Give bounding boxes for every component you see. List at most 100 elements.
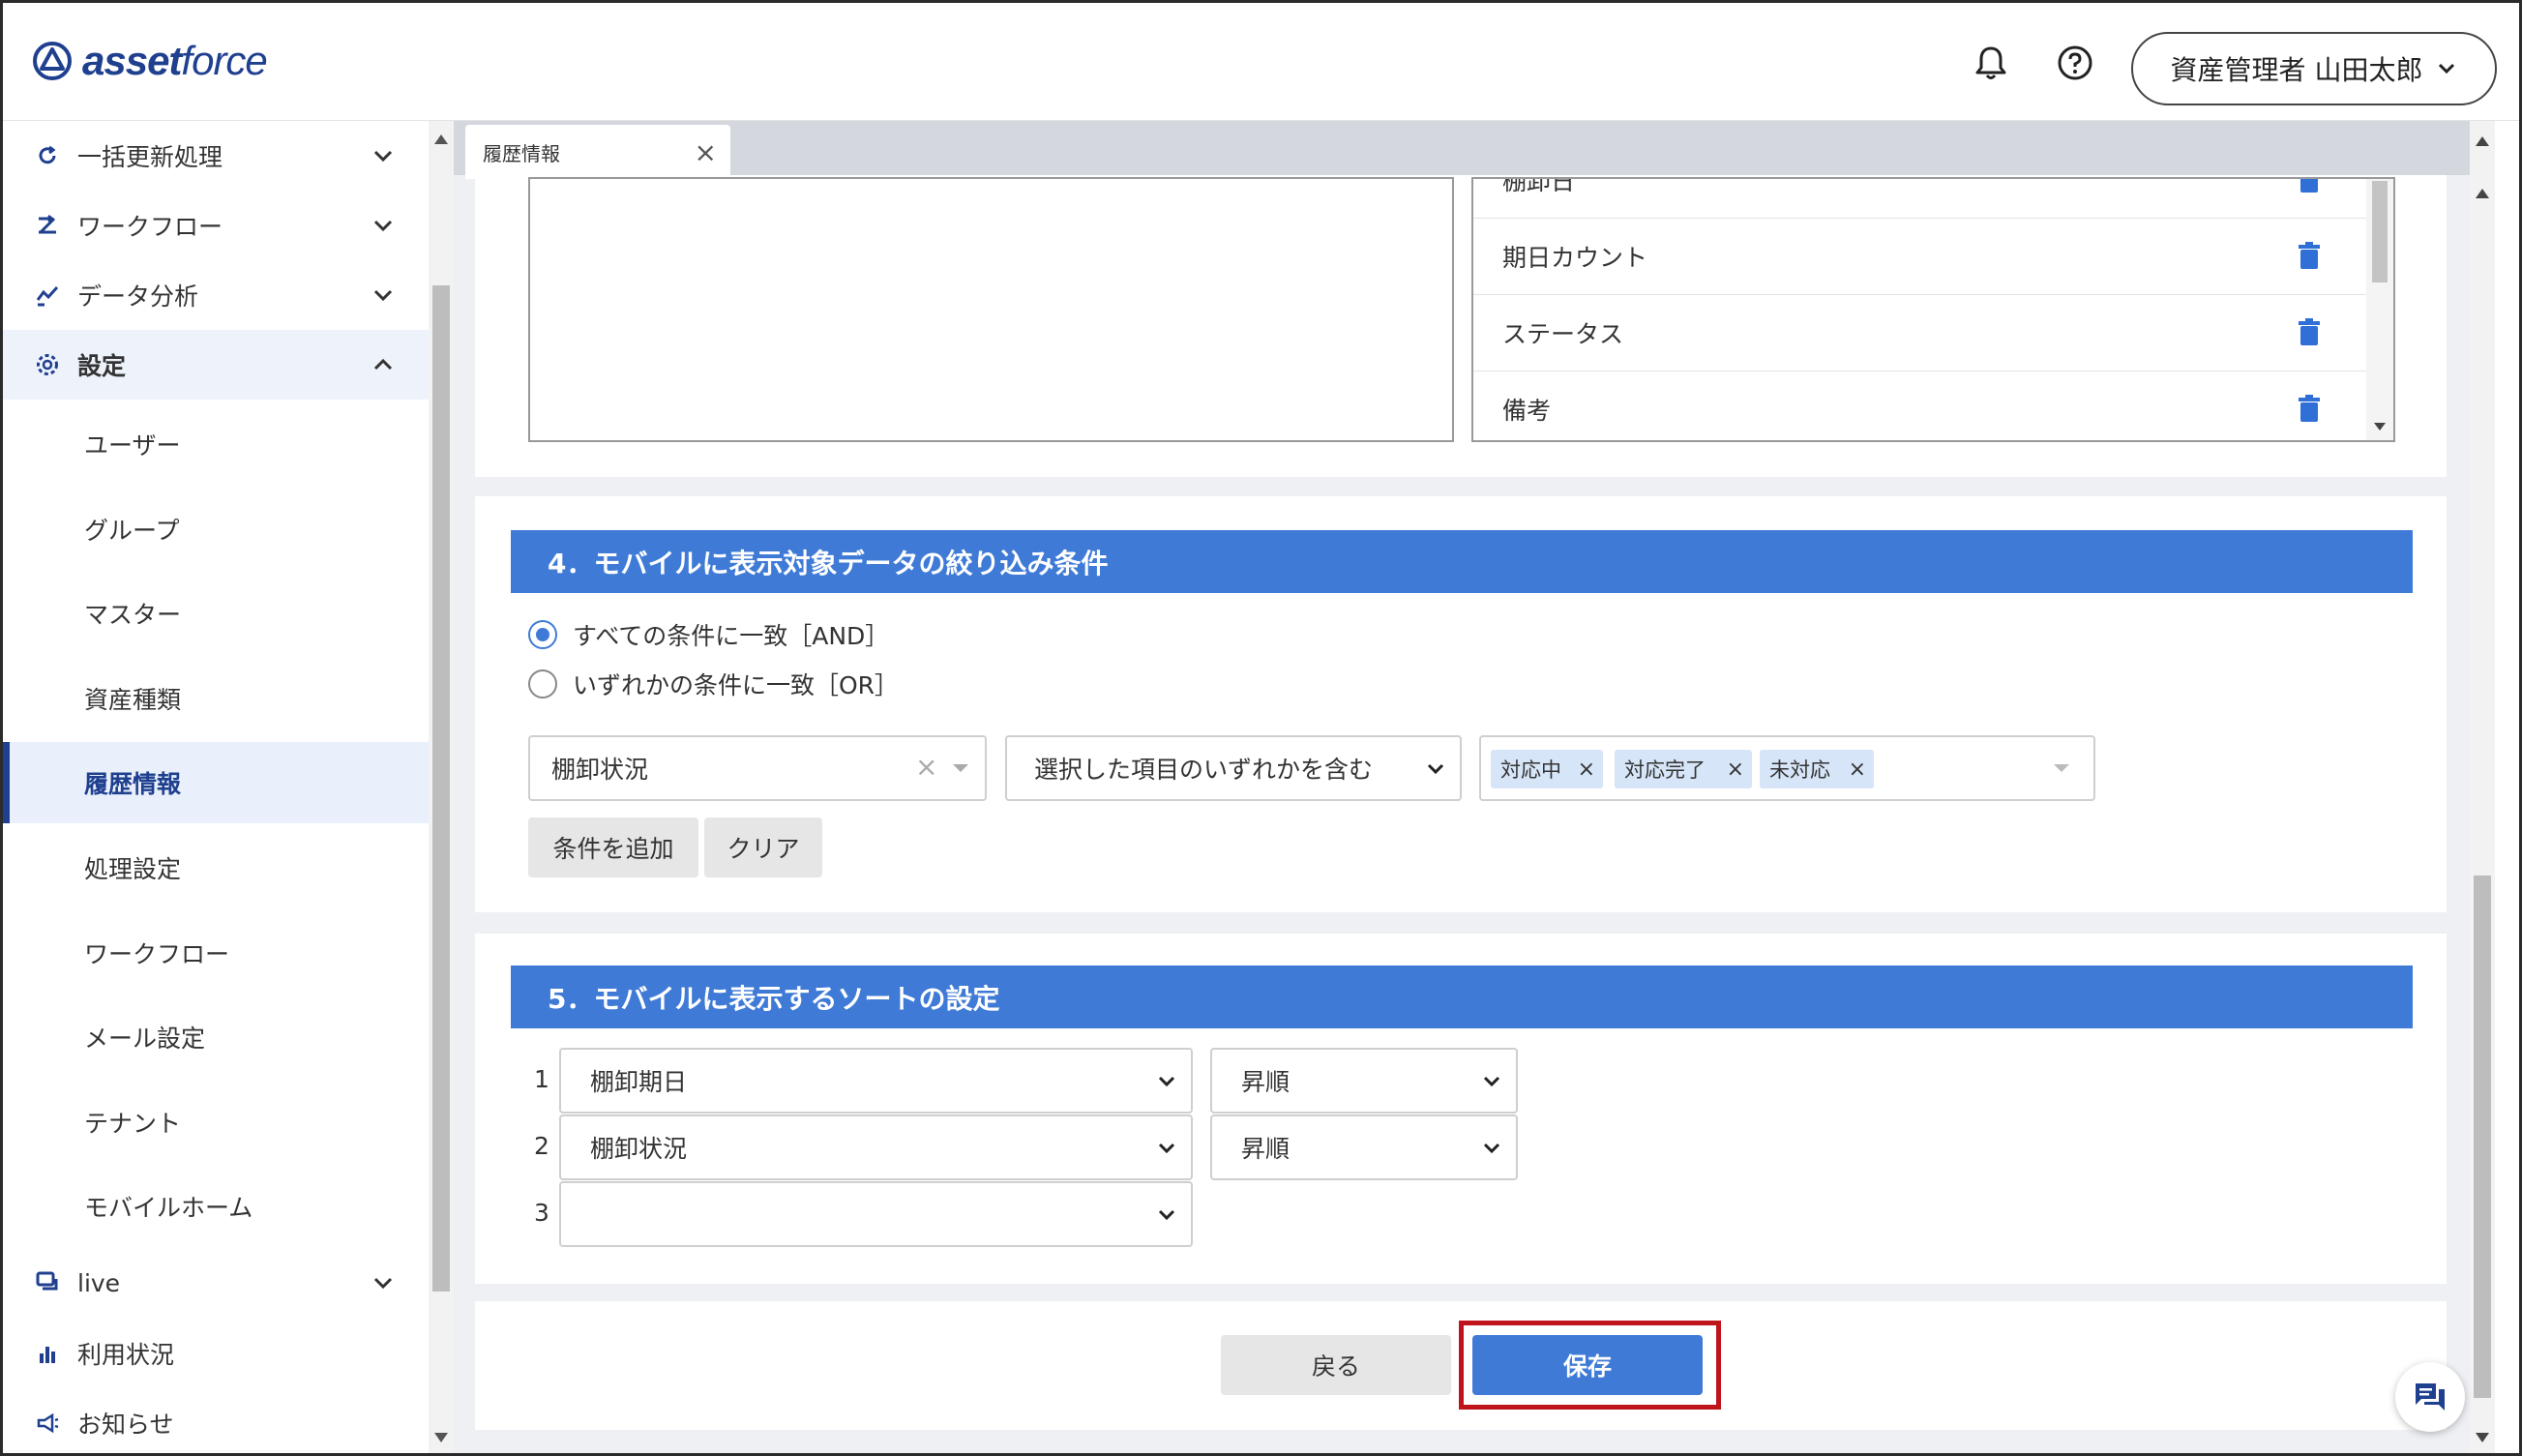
filter-values-multiselect[interactable]: 対応中 × 対応完了 × 未対応 × <box>1479 735 2095 801</box>
sort-field-value: 棚卸状況 <box>590 1135 688 1163</box>
sidebar-item-label: テナント <box>84 1110 182 1138</box>
close-icon[interactable]: × <box>695 136 717 168</box>
chevron-up-icon <box>373 358 393 371</box>
top-header: assetforce 資産管理者 山田太郎 <box>3 3 2519 121</box>
scroll-up-arrow-icon[interactable] <box>434 134 448 144</box>
trash-icon[interactable] <box>2298 242 2321 271</box>
value-tag[interactable]: 未対応 × <box>1760 750 1874 788</box>
sort-field-value: 棚卸期日 <box>590 1068 688 1096</box>
sidebar-item-history-info[interactable]: 履歴情報 <box>3 742 429 823</box>
sidebar-item-users[interactable]: ユーザー <box>3 403 429 485</box>
sidebar-item-process-settings[interactable]: 処理設定 <box>3 827 429 908</box>
remove-tag-icon[interactable]: × <box>1849 758 1866 782</box>
chat-icon <box>2416 1383 2445 1411</box>
sidebar-item-groups[interactable]: グループ <box>3 489 429 570</box>
logo[interactable]: assetforce <box>32 38 268 84</box>
sidebar-item-label: グループ <box>84 517 180 545</box>
clear-button[interactable]: クリア <box>704 817 822 877</box>
radio-circle-unchecked[interactable] <box>528 669 557 698</box>
sort-order-select-1[interactable]: 昇順 <box>1210 1048 1518 1114</box>
list-item[interactable]: ステータス <box>1473 295 2368 371</box>
remove-tag-icon[interactable]: × <box>1578 758 1595 782</box>
user-menu-button[interactable]: 資産管理者 山田太郎 <box>2131 32 2497 105</box>
back-button[interactable]: 戻る <box>1221 1335 1451 1395</box>
scrollbar-thumb[interactable] <box>432 285 450 1292</box>
logo-text: assetforce <box>82 38 268 83</box>
sidebar-group-label: 一括更新処理 <box>77 143 223 171</box>
chevron-down-icon <box>373 289 393 302</box>
available-fields-list[interactable] <box>528 177 1454 442</box>
sidebar-group-label: データ分析 <box>77 282 199 311</box>
selected-fields-list[interactable]: 棚卸日 期日カウント ステータス 備考 <box>1471 177 2395 442</box>
value-tag[interactable]: 対応中 × <box>1491 750 1603 788</box>
clear-x-icon[interactable]: × <box>915 751 937 783</box>
help-icon[interactable] <box>2054 42 2096 84</box>
value-tag[interactable]: 対応完了 × <box>1615 750 1752 788</box>
list-item[interactable]: 備考 <box>1473 371 2368 440</box>
sidebar-group-bulk-update[interactable]: 一括更新処理 <box>3 121 429 191</box>
tab-history-info[interactable]: 履歴情報 × <box>465 125 730 179</box>
chevron-down-icon <box>1158 1209 1175 1221</box>
sidebar-group-data-analysis[interactable]: データ分析 <box>3 260 429 330</box>
sidebar-item-label: 処理設定 <box>84 855 182 883</box>
sidebar: 一括更新処理 ワークフロー データ分析 設定 ユーザー グループ マスター 資産… <box>3 121 429 1453</box>
sidebar-item-master[interactable]: マスター <box>3 573 429 654</box>
sidebar-group-label: live <box>77 1268 121 1297</box>
main-scrollbar[interactable] <box>2470 121 2495 1453</box>
sort-field-select-3[interactable] <box>559 1181 1193 1247</box>
scrollbar-thumb[interactable] <box>2474 876 2491 1398</box>
list-item[interactable]: 棚卸日 <box>1473 177 2368 219</box>
radio-or[interactable]: いずれかの条件に一致［OR］ <box>528 667 899 701</box>
chevron-down-icon <box>1483 1143 1500 1154</box>
workflow-icon <box>32 210 63 241</box>
trash-icon[interactable] <box>2298 318 2321 347</box>
sidebar-item-asset-types[interactable]: 資産種類 <box>3 658 429 739</box>
chevron-down-icon <box>373 150 393 163</box>
filter-field-value: 棚卸状況 <box>551 756 649 784</box>
sidebar-item-mail-settings[interactable]: メール設定 <box>3 996 429 1078</box>
chevron-down-icon <box>373 220 393 232</box>
value-tag-label: 対応完了 <box>1624 758 1706 782</box>
sidebar-item-mobile-home[interactable]: モバイルホーム <box>3 1166 429 1247</box>
radio-and[interactable]: すべての条件に一致［AND］ <box>528 617 889 652</box>
sidebar-group-workflow[interactable]: ワークフロー <box>3 191 429 260</box>
sort-field-select-1[interactable]: 棚卸期日 <box>559 1048 1193 1114</box>
save-highlight-box <box>1459 1321 1721 1410</box>
sort-field-select-2[interactable]: 棚卸状況 <box>559 1114 1193 1180</box>
sidebar-item-workflow[interactable]: ワークフロー <box>3 912 429 994</box>
sidebar-item-label: お知らせ <box>77 1411 174 1439</box>
chevron-down-icon <box>373 1277 393 1290</box>
trash-icon[interactable] <box>2298 395 2321 424</box>
list-item[interactable]: 期日カウント <box>1473 219 2368 295</box>
caret-down-icon <box>953 764 968 772</box>
remove-tag-icon[interactable]: × <box>1727 758 1744 782</box>
chevron-down-icon <box>1483 1076 1500 1087</box>
sidebar-item-label: ワークフロー <box>84 940 230 968</box>
sidebar-group-live[interactable]: live <box>3 1248 429 1318</box>
sidebar-item-label: 資産種類 <box>84 686 182 714</box>
scroll-down-arrow-icon[interactable] <box>434 1433 448 1442</box>
sidebar-item-news[interactable]: お知らせ <box>3 1388 429 1453</box>
trash-icon[interactable] <box>2298 177 2321 194</box>
filter-operator-select[interactable]: 選択した項目のいずれかを含む <box>1005 735 1462 801</box>
radio-circle-checked[interactable] <box>528 620 557 649</box>
scrollbar-thumb[interactable] <box>2372 181 2388 282</box>
sidebar-scrollbar[interactable] <box>429 121 454 1453</box>
scroll-up-arrow-icon[interactable] <box>2476 136 2489 146</box>
sort-order-select-2[interactable]: 昇順 <box>1210 1114 1518 1180</box>
chat-button[interactable] <box>2395 1362 2465 1432</box>
sidebar-group-label: ワークフロー <box>77 213 223 241</box>
sidebar-item-usage[interactable]: 利用状況 <box>3 1319 429 1388</box>
refresh-icon <box>32 140 63 171</box>
list-scrollbar[interactable] <box>2366 179 2393 440</box>
analytics-icon <box>32 280 63 311</box>
add-condition-button[interactable]: 条件を追加 <box>528 817 698 877</box>
sidebar-group-settings[interactable]: 設定 <box>3 330 429 400</box>
scroll-down-arrow-icon[interactable] <box>2476 1433 2489 1442</box>
scroll-down-arrow-icon[interactable] <box>2374 423 2386 431</box>
sidebar-item-label: メール設定 <box>84 1025 206 1053</box>
filter-field-select[interactable]: 棚卸状況 × <box>528 735 987 801</box>
bell-icon[interactable] <box>1970 42 2012 84</box>
sidebar-item-tenant[interactable]: テナント <box>3 1082 429 1163</box>
scroll-up-arrow-icon[interactable] <box>2476 189 2489 198</box>
